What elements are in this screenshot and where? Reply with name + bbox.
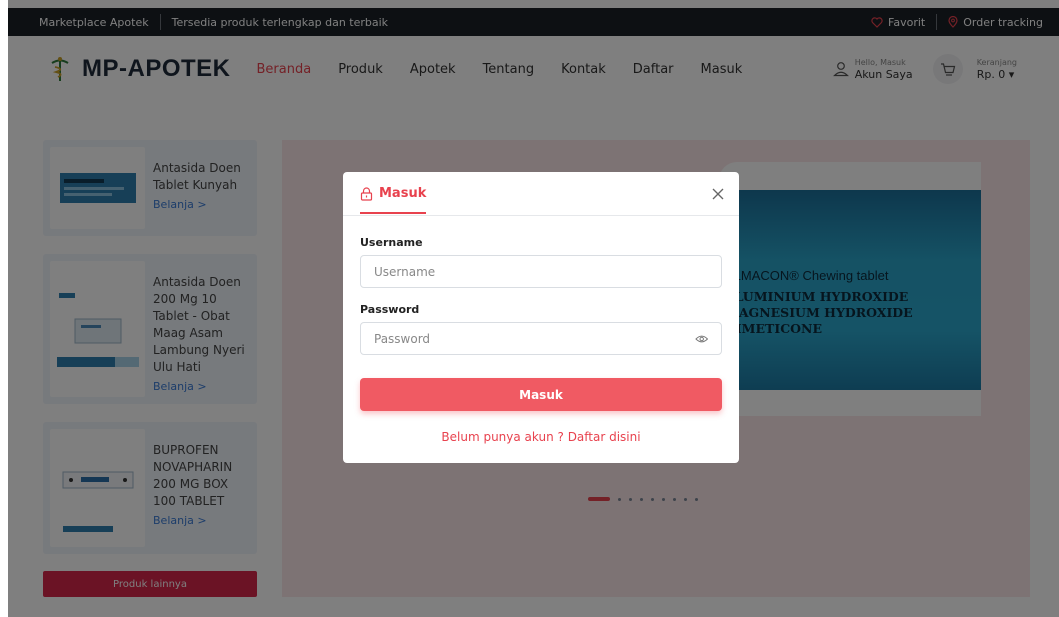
login-modal: Masuk Username Password Masuk Belum puny… bbox=[343, 172, 739, 463]
eye-icon[interactable] bbox=[694, 334, 708, 344]
username-field-wrapper bbox=[360, 255, 722, 288]
login-submit-button[interactable]: Masuk bbox=[360, 378, 722, 411]
username-input[interactable] bbox=[374, 264, 708, 279]
close-icon[interactable] bbox=[710, 186, 726, 202]
username-label: Username bbox=[360, 236, 423, 249]
password-label: Password bbox=[360, 303, 420, 316]
password-field-wrapper bbox=[360, 322, 722, 355]
password-input[interactable] bbox=[374, 331, 695, 346]
tab-masuk-label: Masuk bbox=[379, 186, 427, 201]
modal-header: Masuk bbox=[343, 172, 739, 216]
register-link[interactable]: Belum punya akun ? Daftar disini bbox=[360, 430, 722, 444]
lock-icon bbox=[360, 186, 373, 201]
tab-masuk[interactable]: Masuk bbox=[360, 186, 427, 214]
